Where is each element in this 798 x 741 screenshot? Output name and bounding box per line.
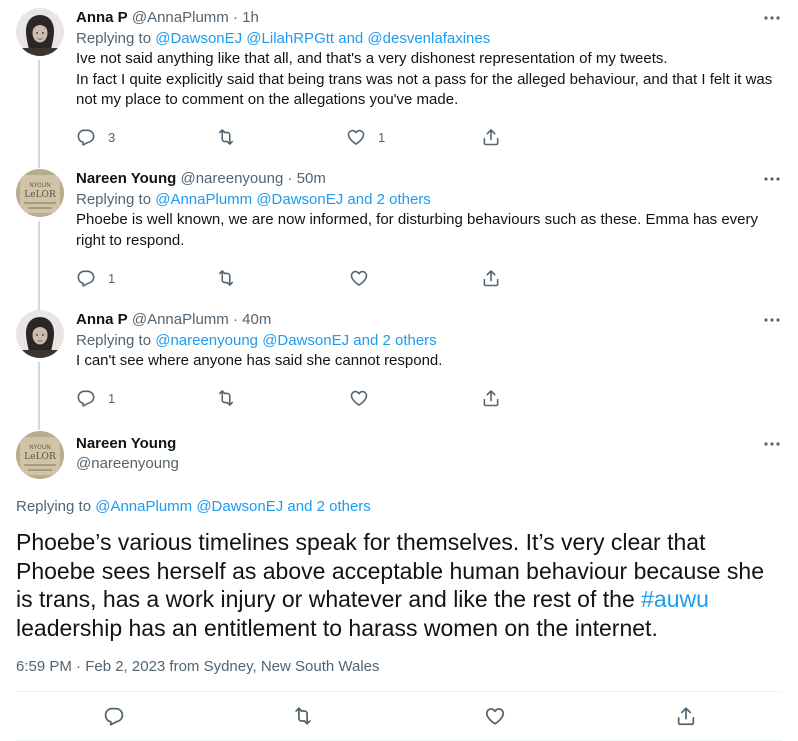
thread-line [38, 160, 40, 168]
retweet-button[interactable] [292, 706, 314, 726]
action-bar: 1 [76, 388, 506, 408]
display-name[interactable]: Nareen Young [76, 170, 176, 187]
action-bar: 1 [76, 268, 506, 288]
more-icon[interactable] [762, 169, 782, 189]
replying-mentions[interactable]: @nareenyoung @DawsonEJ and 2 others [155, 332, 436, 349]
handle[interactable]: @nareenyoung [76, 454, 782, 474]
timestamp[interactable]: 1h [242, 9, 259, 26]
thread-line [38, 300, 40, 310]
tweet-text: Ive not said anything like that all, and… [76, 49, 782, 111]
like-button[interactable] [484, 706, 506, 726]
thread-line [38, 60, 40, 166]
retweet-icon [216, 127, 236, 147]
reply-button[interactable]: 1 [76, 268, 115, 288]
like-icon [484, 705, 506, 727]
replying-mentions[interactable]: @AnnaPlumm @DawsonEJ and 2 others [155, 191, 431, 208]
share-icon [481, 127, 501, 147]
tweet-text: I can't see where anyone has said she ca… [76, 351, 782, 372]
reply-count: 3 [108, 129, 116, 145]
avatar[interactable] [16, 310, 64, 358]
tweet-2[interactable]: Nareen Young @nareenyoung · 50m Replying… [0, 160, 798, 306]
divider [16, 691, 782, 692]
reply-icon [76, 268, 96, 288]
reply-icon [103, 705, 125, 727]
avatar[interactable] [16, 431, 64, 479]
replying-label: Replying to [76, 332, 152, 349]
tweet-header: Nareen Young @nareenyoung · 50m [76, 169, 782, 189]
reply-icon [76, 127, 96, 147]
separator: · [228, 9, 243, 26]
display-name[interactable]: Anna P [76, 311, 128, 328]
tweet-3[interactable]: Anna P @AnnaPlumm · 40m Replying to @nar… [0, 300, 798, 426]
display-name[interactable]: Anna P [76, 9, 128, 26]
hashtag-link[interactable]: #auwu [641, 586, 709, 612]
retweet-icon [216, 268, 236, 288]
like-count: 1 [378, 129, 386, 145]
separator: · [228, 311, 243, 328]
reply-button[interactable]: 3 [76, 127, 115, 147]
replying-label: Replying to [76, 191, 152, 208]
retweet-button[interactable] [216, 268, 248, 288]
share-button[interactable] [675, 706, 697, 726]
share-button[interactable] [481, 268, 501, 288]
replying-to: Replying to @nareenyoung @DawsonEJ and 2… [76, 331, 782, 351]
like-icon [349, 268, 369, 288]
tweet-text-line: Ive not said anything like that all, and… [76, 50, 668, 67]
reply-icon [76, 388, 96, 408]
like-button[interactable] [349, 268, 381, 288]
handle[interactable]: @AnnaPlumm [132, 311, 229, 328]
share-icon [481, 268, 501, 288]
avatar[interactable] [16, 8, 64, 56]
retweet-button[interactable] [216, 388, 248, 408]
tweet-text-line: I can't see where anyone has said she ca… [76, 352, 443, 369]
retweet-icon [292, 705, 314, 727]
replying-mentions[interactable]: @AnnaPlumm @DawsonEJ and 2 others [95, 498, 371, 515]
separator: · [283, 170, 297, 187]
tweet-header: Anna P @AnnaPlumm · 40m [76, 310, 782, 330]
tweet-timestamp[interactable]: 6:59 PM · Feb 2, 2023 from Sydney, New S… [16, 657, 380, 677]
tweet-text-line: Phoebe is well known, we are now informe… [76, 211, 759, 249]
handle[interactable]: @nareenyoung [180, 170, 283, 187]
share-button[interactable] [481, 388, 501, 408]
avatar[interactable] [16, 169, 64, 217]
like-icon [349, 388, 369, 408]
display-name[interactable]: Nareen Young [76, 434, 782, 454]
replying-mentions[interactable]: @DawsonEJ @LilahRPGtt and @desvenlafaxin… [155, 30, 490, 47]
main-tweet: Nareen Young @nareenyoung Replying to @A… [0, 420, 798, 741]
tweet-header: Anna P @AnnaPlumm · 1h [76, 8, 782, 28]
thread-line [38, 362, 40, 426]
reply-button[interactable] [103, 706, 125, 726]
thread-line [38, 420, 40, 430]
tweet-text-line: In fact I quite explicitly said that bei… [76, 70, 773, 109]
handle[interactable]: @AnnaPlumm [132, 9, 229, 26]
timestamp[interactable]: 40m [242, 311, 271, 328]
like-button[interactable]: 1 [346, 127, 385, 147]
share-icon [675, 705, 697, 727]
tweet-text: Phoebe is well known, we are now informe… [76, 210, 782, 251]
tweet-1[interactable]: Anna P @AnnaPlumm · 1h Replying to @Daws… [0, 0, 798, 166]
retweet-button[interactable] [216, 127, 248, 147]
like-button[interactable] [349, 388, 381, 408]
tweet-text-end: leadership has an entitlement to harass … [16, 614, 658, 641]
replying-label: Replying to [16, 498, 92, 515]
replying-to: Replying to @DawsonEJ @LilahRPGtt and @d… [76, 29, 782, 49]
retweet-icon [216, 388, 236, 408]
share-icon [481, 388, 501, 408]
like-icon [346, 127, 366, 147]
reply-button[interactable]: 1 [76, 388, 115, 408]
share-button[interactable] [481, 127, 501, 147]
replying-to: Replying to @AnnaPlumm @DawsonEJ and 2 o… [76, 190, 782, 210]
action-bar: 3 1 [76, 127, 506, 147]
reply-count: 1 [108, 390, 116, 406]
more-icon[interactable] [762, 310, 782, 330]
action-bar [16, 706, 782, 728]
more-icon[interactable] [762, 434, 782, 454]
replying-to: Replying to @AnnaPlumm @DawsonEJ and 2 o… [16, 497, 371, 517]
timestamp[interactable]: 50m [297, 170, 326, 187]
replying-label: Replying to [76, 30, 152, 47]
thread-line [38, 221, 40, 306]
more-icon[interactable] [762, 8, 782, 28]
tweet-text: Phoebe’s various timelines speak for the… [16, 528, 786, 642]
reply-count: 1 [108, 270, 116, 286]
